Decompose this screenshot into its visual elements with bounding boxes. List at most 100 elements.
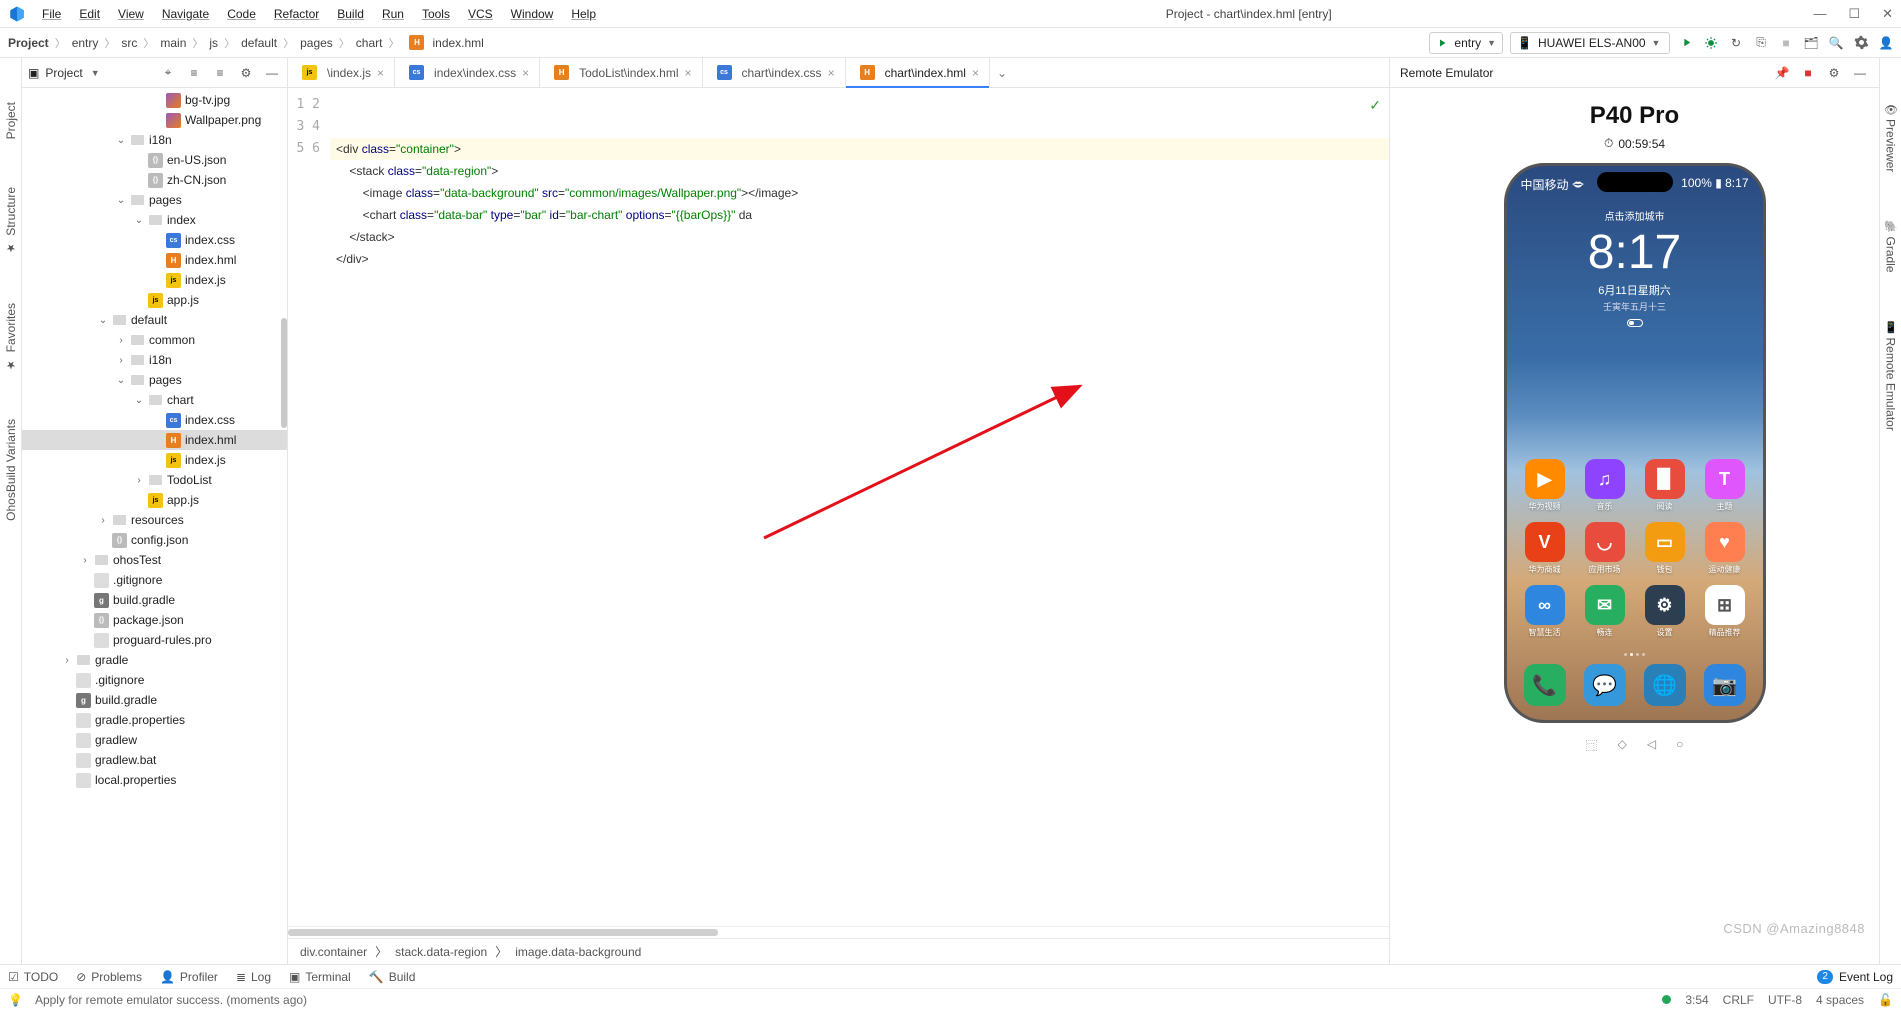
crumb-file[interactable]: index.hml [403, 35, 485, 50]
bottom-tab-build[interactable]: 🔨 Build [369, 970, 416, 984]
tree-row[interactable]: build.gradle [22, 690, 287, 710]
crumb-pages[interactable]: pages [298, 36, 335, 50]
phone-app[interactable]: ♫音乐 [1581, 459, 1629, 512]
left-tab-project[interactable]: Project [3, 98, 19, 143]
crumb-js[interactable]: js [207, 36, 220, 50]
tree-row[interactable]: app.js [22, 290, 287, 310]
crumb-project[interactable]: Project [6, 36, 51, 50]
menu-navigate[interactable]: Navigate [154, 5, 217, 23]
tree-row[interactable]: index.hml [22, 430, 287, 450]
tree-row[interactable]: ⌄index [22, 210, 287, 230]
bottom-tab-todo[interactable]: ☑ TODO [8, 970, 58, 984]
phone-app[interactable]: T主题 [1701, 459, 1749, 512]
menu-vcs[interactable]: VCS [460, 5, 501, 23]
expand-all-button[interactable]: ≡ [185, 64, 203, 82]
collapse-all-button[interactable]: ≡ [211, 64, 229, 82]
home-icon[interactable]: ○ [1676, 737, 1683, 754]
crumb-default[interactable]: default [239, 36, 279, 50]
twist-icon[interactable]: ⌄ [134, 215, 144, 226]
editor-tab[interactable]: \index.js× [288, 58, 395, 87]
stop-emulator-button[interactable]: ■ [1799, 64, 1817, 82]
crumb-src[interactable]: src [119, 36, 139, 50]
menu-tools[interactable]: Tools [414, 5, 458, 23]
chevron-down-icon[interactable]: ▼ [91, 68, 100, 78]
tree-row[interactable]: ›TodoList [22, 470, 287, 490]
twist-icon[interactable]: › [134, 475, 144, 486]
phone-app[interactable]: ▶华为视频 [1521, 459, 1569, 512]
crumb-main[interactable]: main [158, 36, 188, 50]
phone-app[interactable]: ▉阅读 [1641, 459, 1689, 512]
twist-icon[interactable]: ⌄ [134, 395, 144, 406]
editor-tab[interactable]: TodoList\index.hml× [540, 58, 702, 87]
menu-view[interactable]: View [110, 5, 152, 23]
debug-button[interactable] [1702, 34, 1720, 52]
twist-icon[interactable]: ⌄ [116, 135, 126, 146]
phone-app[interactable]: ⊞精品推荐 [1701, 585, 1749, 638]
gear-icon[interactable]: ⚙ [1825, 64, 1843, 82]
tree-row[interactable]: ⌄pages [22, 190, 287, 210]
pin-icon[interactable]: 📌 [1773, 64, 1791, 82]
tabs-overflow-button[interactable]: ⌄ [990, 58, 1014, 87]
tree-row[interactable]: en-US.json [22, 150, 287, 170]
right-tab-previewer[interactable]: 👁 Previewer [1883, 98, 1899, 176]
tree-row[interactable]: gradlew.bat [22, 750, 287, 770]
crumb-entry[interactable]: entry [70, 36, 101, 50]
tree-row[interactable]: ›resources [22, 510, 287, 530]
dock-app[interactable]: 📞 [1524, 664, 1566, 706]
tree-row[interactable]: index.css [22, 230, 287, 250]
menu-refactor[interactable]: Refactor [266, 5, 327, 23]
tab-close-icon[interactable]: × [828, 66, 835, 80]
event-log-button[interactable]: Event Log [1839, 970, 1893, 984]
phone-app[interactable]: V华为商城 [1521, 522, 1569, 575]
menu-run[interactable]: Run [374, 5, 412, 23]
rotate-icon[interactable]: ◇ [1618, 737, 1627, 754]
twist-icon[interactable]: › [80, 555, 90, 566]
twist-icon[interactable]: ⌄ [116, 195, 126, 206]
phone-app[interactable]: ∞智慧生活 [1521, 585, 1569, 638]
menu-code[interactable]: Code [219, 5, 264, 23]
bottom-tab-log[interactable]: ≣ Log [236, 970, 271, 984]
run-config-combo[interactable]: entry ▼ [1429, 32, 1503, 54]
tree-row[interactable]: proguard-rules.pro [22, 630, 287, 650]
tree-scroll-thumb[interactable] [281, 318, 287, 428]
tree-row[interactable]: .gitignore [22, 670, 287, 690]
menu-edit[interactable]: Edit [71, 5, 108, 23]
right-tab-emulator[interactable]: 📱 Remote Emulator [1883, 317, 1899, 435]
coverage-button[interactable]: ↻ [1727, 34, 1745, 52]
tree-row[interactable]: ›gradle [22, 650, 287, 670]
tree-row[interactable]: ⌄i18n [22, 130, 287, 150]
tree-row[interactable]: Wallpaper.png [22, 110, 287, 130]
phone-app[interactable]: ✉畅连 [1581, 585, 1629, 638]
left-tab-structure[interactable]: ★ Structure [3, 183, 19, 259]
structure-crumb[interactable]: image.data-background [515, 945, 641, 959]
phone-app[interactable]: ♥运动健康 [1701, 522, 1749, 575]
project-tree[interactable]: bg-tv.jpgWallpaper.png⌄i18nen-US.jsonzh-… [22, 88, 287, 964]
tree-row[interactable]: ⌄chart [22, 390, 287, 410]
crumb-chart[interactable]: chart [354, 36, 385, 50]
editor-tab[interactable]: index\index.css× [395, 58, 540, 87]
caret-pos[interactable]: 3:54 [1685, 993, 1708, 1007]
tab-close-icon[interactable]: × [377, 66, 384, 80]
tree-row[interactable]: index.js [22, 270, 287, 290]
suggestion-icon[interactable]: 💡 [8, 993, 23, 1007]
settings-button[interactable] [1852, 34, 1870, 52]
emulator-screen[interactable]: 中国移动 🗢 100% ▮ 8:17 点击添加城市 8:17 6月11日星期六 … [1504, 163, 1766, 723]
left-tab-ohos[interactable]: OhosBuild Variants [3, 415, 19, 525]
tree-row[interactable]: ⌄pages [22, 370, 287, 390]
maximize-icon[interactable]: ☐ [1848, 6, 1860, 22]
hide-button[interactable]: — [1851, 64, 1869, 82]
tab-close-icon[interactable]: × [972, 66, 979, 80]
gear-icon[interactable]: ⚙ [237, 64, 255, 82]
twist-icon[interactable]: ⌄ [98, 315, 108, 326]
menu-help[interactable]: Help [563, 5, 604, 23]
editor-tab[interactable]: chart\index.hml× [846, 58, 990, 87]
locate-button[interactable]: ⌖ [159, 64, 177, 82]
line-ending[interactable]: CRLF [1723, 993, 1754, 1007]
menu-window[interactable]: Window [503, 5, 562, 23]
twist-icon[interactable]: › [116, 355, 126, 366]
right-tab-gradle[interactable]: 🐘 Gradle [1883, 216, 1899, 277]
menu-file[interactable]: File [34, 5, 69, 23]
dock-app[interactable]: 📷 [1704, 664, 1746, 706]
structure-crumb[interactable]: div.container [300, 945, 367, 959]
tree-row[interactable]: index.hml [22, 250, 287, 270]
